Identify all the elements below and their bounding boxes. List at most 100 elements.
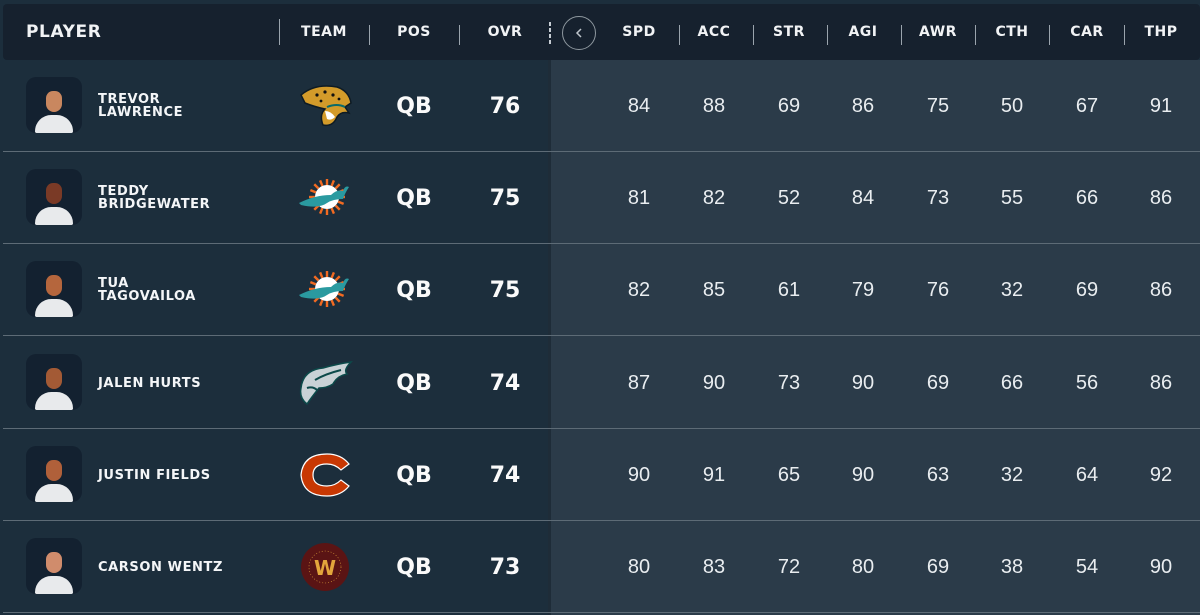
player-name-line1: JALEN HURTS xyxy=(98,375,202,391)
player-overall: 75 xyxy=(489,185,521,211)
stat-car: 56 xyxy=(1075,371,1099,394)
player-name-line2: LAWRENCE xyxy=(98,105,184,120)
stat-thp: 86 xyxy=(1149,186,1173,209)
collapse-columns-button[interactable] xyxy=(562,16,596,50)
stat-cth: 55 xyxy=(1000,186,1024,209)
stat-car: 66 xyxy=(1075,186,1099,209)
head-shape xyxy=(46,552,62,573)
stat-spd: 84 xyxy=(627,94,651,117)
row-divider xyxy=(3,612,1200,613)
stat-str: 52 xyxy=(777,186,801,209)
player-position: QB xyxy=(396,370,432,396)
table-row[interactable]: CARSON WENTZ W QB 73 80 83 72 80 69 38 54 90 xyxy=(0,521,1200,613)
dashed-divider xyxy=(549,22,551,46)
column-header-awr[interactable]: AWR xyxy=(903,4,973,60)
player-name[interactable]: TREVOR LAWRENCE xyxy=(98,60,183,152)
stat-str: 61 xyxy=(777,278,801,301)
player-position: QB xyxy=(396,462,432,488)
stat-thp: 86 xyxy=(1149,371,1173,394)
column-header-team[interactable]: TEAM xyxy=(289,4,359,60)
column-header-car[interactable]: CAR xyxy=(1052,4,1122,60)
stat-str: 72 xyxy=(777,555,801,578)
stat-awr: 76 xyxy=(926,278,950,301)
column-header-spd[interactable]: SPD xyxy=(604,4,674,60)
head-shape xyxy=(46,275,62,296)
column-header-player[interactable]: PLAYER xyxy=(26,4,101,60)
jersey-shape xyxy=(35,576,73,594)
column-divider xyxy=(1124,25,1125,45)
column-divider xyxy=(975,25,976,45)
stat-agi: 86 xyxy=(851,94,875,117)
player-position: QB xyxy=(396,93,432,119)
player-name[interactable]: TUA TAGOVAILOA xyxy=(98,244,196,336)
player-overall: 73 xyxy=(489,554,521,580)
chevron-left-icon xyxy=(575,28,582,38)
column-divider xyxy=(1049,25,1050,45)
head-shape xyxy=(46,460,62,481)
player-name[interactable]: JALEN HURTS xyxy=(98,337,201,429)
bears-logo xyxy=(297,450,353,500)
column-header-cth[interactable]: CTH xyxy=(977,4,1047,60)
stat-spd: 82 xyxy=(627,278,651,301)
stat-awr: 69 xyxy=(926,371,950,394)
stat-thp: 90 xyxy=(1149,555,1173,578)
player-name-line1: CARSON WENTZ xyxy=(98,559,224,575)
player-overall: 75 xyxy=(489,277,521,303)
stat-awr: 63 xyxy=(926,463,950,486)
player-position: QB xyxy=(396,277,432,303)
player-avatar xyxy=(26,169,82,225)
column-header-pos[interactable]: POS xyxy=(379,4,449,60)
column-header-agi[interactable]: AGI xyxy=(828,4,898,60)
row-divider xyxy=(3,335,1200,336)
player-position: QB xyxy=(396,554,432,580)
table-row[interactable]: TEDDY BRIDGEWATER QB 75 81 82 52 84 73 55 66 86 xyxy=(0,152,1200,244)
stat-cth: 66 xyxy=(1000,371,1024,394)
stat-str: 73 xyxy=(777,371,801,394)
column-header-ovr[interactable]: OVR xyxy=(470,4,540,60)
table-row[interactable]: TREVOR LAWRENCE QB 76 84 88 69 86 75 50 67 91 xyxy=(0,60,1200,152)
player-name-line1: JUSTIN FIELDS xyxy=(98,467,211,483)
stat-spd: 90 xyxy=(627,463,651,486)
head-shape xyxy=(46,91,62,112)
stat-acc: 91 xyxy=(702,463,726,486)
jersey-shape xyxy=(35,299,73,317)
player-name[interactable]: CARSON WENTZ xyxy=(98,521,223,613)
player-name-line2: BRIDGEWATER xyxy=(98,197,211,212)
stat-agi: 84 xyxy=(851,186,875,209)
table-row[interactable]: TUA TAGOVAILOA QB 75 82 85 61 79 76 32 69 86 xyxy=(0,244,1200,336)
table-row[interactable]: JALEN HURTS QB 74 87 90 73 90 69 66 56 86 xyxy=(0,337,1200,429)
head-shape xyxy=(46,368,62,389)
table-header: PLAYER TEAM POS OVR SPD ACC STR AGI AWR CTH CA… xyxy=(3,4,1200,60)
player-name[interactable]: JUSTIN FIELDS xyxy=(98,429,211,521)
jaguars-logo xyxy=(297,81,353,131)
stat-awr: 75 xyxy=(926,94,950,117)
stat-car: 67 xyxy=(1075,94,1099,117)
jersey-shape xyxy=(35,484,73,502)
column-header-acc[interactable]: ACC xyxy=(679,4,749,60)
svg-text:W: W xyxy=(314,556,336,580)
stat-cth: 50 xyxy=(1000,94,1024,117)
column-divider xyxy=(279,19,280,45)
player-name-line2: TAGOVAILOA xyxy=(98,289,196,304)
stat-acc: 90 xyxy=(702,371,726,394)
column-divider xyxy=(753,25,754,45)
player-name[interactable]: TEDDY BRIDGEWATER xyxy=(98,152,210,244)
jersey-shape xyxy=(35,207,73,225)
column-header-thp[interactable]: THP xyxy=(1126,4,1196,60)
stat-spd: 81 xyxy=(627,186,651,209)
table-row[interactable]: JUSTIN FIELDS QB 74 90 91 65 90 63 32 64 92 xyxy=(0,429,1200,521)
stat-awr: 73 xyxy=(926,186,950,209)
stat-agi: 79 xyxy=(851,278,875,301)
stat-thp: 92 xyxy=(1149,463,1173,486)
dolphins-logo xyxy=(297,265,353,315)
player-avatar xyxy=(26,538,82,594)
head-shape xyxy=(46,183,62,204)
stat-thp: 86 xyxy=(1149,278,1173,301)
column-divider xyxy=(679,25,680,45)
stat-cth: 32 xyxy=(1000,463,1024,486)
column-divider xyxy=(827,25,828,45)
stat-car: 64 xyxy=(1075,463,1099,486)
stat-agi: 90 xyxy=(851,463,875,486)
column-header-str[interactable]: STR xyxy=(754,4,824,60)
stat-spd: 80 xyxy=(627,555,651,578)
